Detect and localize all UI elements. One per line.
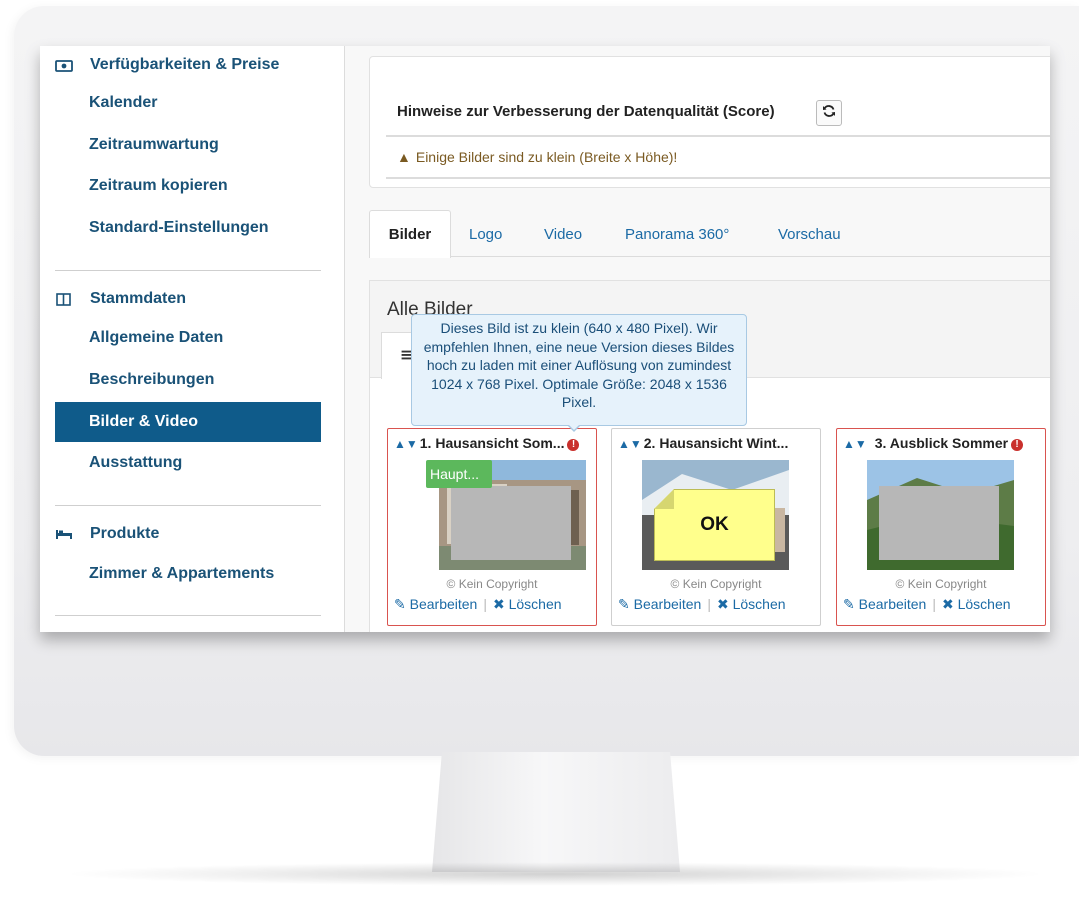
sidebar: Verfügbarkeiten & Preise Kalender Zeitra…	[40, 46, 345, 632]
tab-panorama[interactable]: Panorama 360°	[625, 226, 729, 243]
delete-link[interactable]: Löschen	[509, 596, 562, 612]
image-thumbnail[interactable]	[867, 460, 1014, 570]
edit-link[interactable]: Bearbeiten	[859, 596, 927, 612]
media-tabs: Bilder Logo Video Panorama 360° Vorschau	[369, 210, 1050, 258]
image-copyright: © Kein Copyright	[446, 577, 538, 591]
image-copyright: © Kein Copyright	[670, 577, 762, 591]
sidebar-item-kalender[interactable]: Kalender	[89, 94, 157, 112]
money-icon	[54, 58, 74, 72]
sidebar-item-beschreibungen[interactable]: Beschreibungen	[89, 371, 214, 389]
sort-icon[interactable]: ▲▼	[394, 437, 418, 451]
image-card-title: ▲▼ 3. Ausblick Sommer!	[843, 435, 1024, 451]
close-icon[interactable]: ✖	[493, 596, 505, 612]
sidebar-item-standard-einstellungen[interactable]: Standard-Einstellungen	[89, 219, 269, 237]
main-image-badge: Haupt...	[426, 460, 492, 488]
sidebar-section-stammdaten[interactable]: Stammdaten	[54, 290, 186, 308]
sidebar-section-title: Produkte	[90, 525, 160, 542]
sort-icon[interactable]: ▲▼	[843, 437, 867, 451]
score-warning-text: Einige Bilder sind zu klein (Breite x Hö…	[415, 149, 678, 165]
sidebar-divider	[55, 270, 321, 271]
tab-logo[interactable]: Logo	[469, 226, 502, 243]
sidebar-section-title: Stammdaten	[90, 290, 187, 307]
delete-link[interactable]: Löschen	[733, 596, 786, 612]
edit-link[interactable]: Bearbeiten	[410, 596, 478, 612]
image-placeholder	[879, 486, 999, 560]
score-panel: Hinweise zur Verbesserung der Datenquali…	[369, 56, 1050, 188]
pencil-icon[interactable]: ✎	[394, 596, 406, 612]
image-card-name: 1. Hausansicht Som...	[419, 435, 565, 451]
image-placeholder	[451, 486, 571, 560]
edit-link[interactable]: Bearbeiten	[634, 596, 702, 612]
image-size-tooltip: Dieses Bild ist zu klein (640 x 480 Pixe…	[411, 314, 747, 426]
image-card-title: ▲▼ 2. Hausansicht Wint...	[618, 435, 788, 451]
error-icon[interactable]: !	[1011, 439, 1024, 451]
sort-icon[interactable]: ▲▼	[618, 437, 642, 451]
sidebar-section-produkte[interactable]: Produkte	[54, 525, 159, 543]
close-icon[interactable]: ✖	[942, 596, 954, 612]
image-card[interactable]: ▲▼ 1. Hausansicht Som...! Haupt... © Kein…	[387, 428, 597, 626]
image-actions: ✎ Bearbeiten | ✖ Löschen	[394, 596, 562, 612]
bed-icon	[54, 527, 74, 541]
score-divider	[386, 177, 1050, 179]
score-title: Hinweise zur Verbesserung der Datenquali…	[397, 103, 775, 120]
image-copyright: © Kein Copyright	[895, 577, 987, 591]
score-divider	[386, 135, 1050, 137]
columns-icon	[54, 292, 74, 306]
warning-icon: ▲	[397, 149, 411, 165]
close-icon[interactable]: ✖	[717, 596, 729, 612]
score-warning: ▲ Einige Bilder sind zu klein (Breite x H…	[397, 149, 677, 165]
image-card[interactable]: ▲▼ 3. Ausblick Sommer! © Kein Copyright ✎…	[836, 428, 1046, 626]
image-card-name: 3. Ausblick Sommer	[874, 435, 1009, 451]
sidebar-section-prices[interactable]: Verfügbarkeiten & Preise	[54, 56, 279, 74]
pencil-icon[interactable]: ✎	[843, 596, 855, 612]
tab-bilder[interactable]: Bilder	[369, 210, 451, 258]
image-actions: ✎ Bearbeiten | ✖ Löschen	[843, 596, 1011, 612]
sidebar-divider	[55, 505, 321, 506]
sidebar-item-ausstattung[interactable]: Ausstattung	[89, 454, 182, 472]
image-card[interactable]: ▲▼ 2. Hausansicht Wint... OK © Kein Copyr…	[611, 428, 821, 626]
tab-video[interactable]: Video	[544, 226, 582, 243]
sidebar-item-zeitraumwartung[interactable]: Zeitraumwartung	[89, 136, 219, 154]
refresh-button[interactable]	[816, 100, 842, 126]
error-icon[interactable]: !	[567, 439, 580, 451]
sidebar-item-allgemeine-daten[interactable]: Allgemeine Daten	[89, 329, 223, 347]
ok-note-label: OK	[700, 514, 729, 535]
sidebar-section-title: Verfügbarkeiten & Preise	[90, 56, 280, 73]
tooltip-arrow	[568, 424, 580, 430]
delete-link[interactable]: Löschen	[958, 596, 1011, 612]
image-actions: ✎ Bearbeiten | ✖ Löschen	[618, 596, 786, 612]
sidebar-divider	[55, 615, 321, 616]
monitor-stand-shadow	[60, 862, 1050, 886]
sidebar-item-zimmer[interactable]: Zimmer & Appartements	[89, 565, 274, 583]
refresh-icon	[822, 104, 836, 122]
monitor-stand	[432, 752, 680, 872]
pencil-icon[interactable]: ✎	[618, 596, 630, 612]
tab-vorschau[interactable]: Vorschau	[778, 226, 841, 243]
sidebar-item-zeitraum-kopieren[interactable]: Zeitraum kopieren	[89, 177, 228, 195]
sidebar-item-bilder-video[interactable]: Bilder & Video	[55, 402, 321, 442]
image-card-title: ▲▼ 1. Hausansicht Som...!	[394, 435, 580, 451]
image-card-name: 2. Hausansicht Wint...	[643, 435, 789, 451]
